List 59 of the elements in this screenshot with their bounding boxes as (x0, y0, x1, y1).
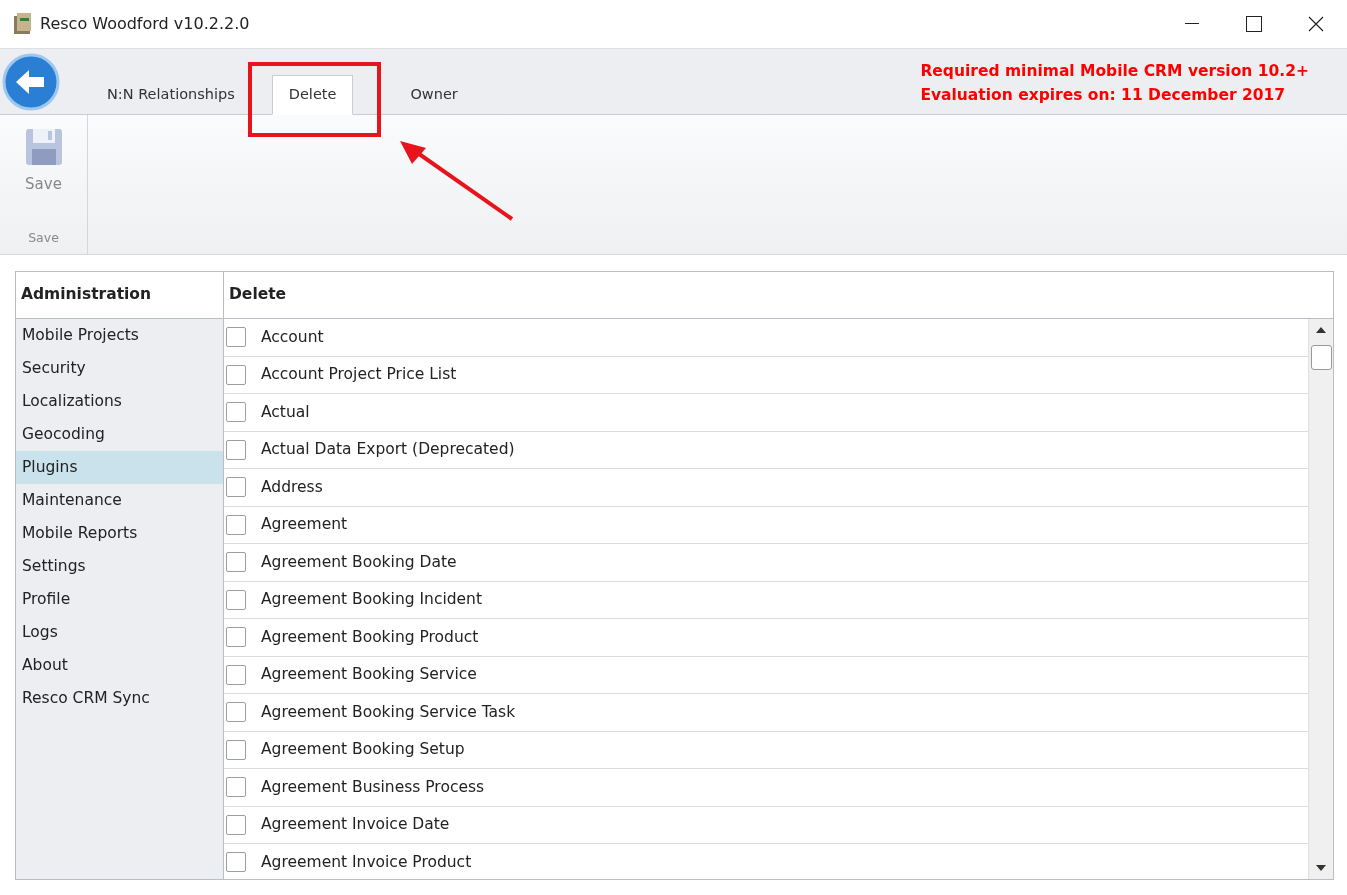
entity-label: Agreement Booking Service Task (261, 701, 516, 723)
entity-label: Agreement Business Process (261, 776, 485, 798)
back-button[interactable] (2, 53, 60, 111)
tab[interactable]: N:N Relationships (90, 75, 252, 115)
entity-label: Agreement Booking Date (261, 551, 457, 573)
checkbox[interactable] (226, 589, 246, 610)
checkbox[interactable] (226, 814, 246, 835)
minimize-icon (1185, 23, 1199, 25)
scroll-up-icon[interactable] (1316, 327, 1326, 333)
sidebar-item[interactable]: Mobile Reports (16, 517, 223, 550)
scrollbar[interactable] (1308, 319, 1333, 879)
checkbox[interactable] (226, 552, 246, 573)
checkbox[interactable] (226, 739, 246, 760)
sidebar-item[interactable]: Settings (16, 550, 223, 583)
entity-label: Address (261, 476, 323, 498)
entity-label: Agreement Invoice Product (261, 851, 472, 873)
entity-label: Actual Data Export (Deprecated) (261, 439, 515, 461)
checkbox[interactable] (226, 777, 246, 798)
checkbox[interactable] (226, 402, 246, 423)
close-icon (1308, 16, 1324, 32)
entity-label: Actual (261, 401, 310, 423)
entity-label: Account (261, 326, 324, 348)
entity-label: Agreement Booking Product (261, 626, 479, 648)
checkbox[interactable] (226, 477, 246, 498)
entity-label: Agreement (261, 514, 348, 536)
entity-label: Account Project Price List (261, 364, 457, 386)
window-title: Resco Woodford v10.2.2.0 (40, 13, 250, 35)
tab[interactable]: Owner (393, 75, 475, 115)
sidebar-item[interactable]: Profile (16, 583, 223, 616)
notice-text: Evaluation expires on: 11 December 2017 (920, 85, 1287, 106)
scroll-thumb[interactable] (1311, 345, 1332, 370)
sidebar-item[interactable]: Logs (16, 616, 223, 649)
checkbox[interactable] (226, 439, 246, 460)
sidebar-item[interactable]: Geocoding (16, 418, 223, 451)
scroll-down-icon[interactable] (1316, 865, 1326, 871)
sidebar-item[interactable]: Plugins (16, 451, 223, 484)
sidebar-item[interactable]: Security (16, 352, 223, 385)
entity-label: Agreement Booking Setup (261, 739, 465, 761)
entity-label: Agreement Invoice Date (261, 814, 450, 836)
sidebar-header: Administration (16, 272, 223, 319)
checkbox[interactable] (226, 327, 246, 348)
checkbox[interactable] (226, 364, 246, 385)
sidebar-item[interactable]: About (16, 649, 223, 682)
checkbox[interactable] (226, 702, 246, 723)
entity-label: Agreement Booking Incident (261, 589, 482, 611)
maximize-icon (1246, 16, 1262, 32)
notice-text: Required minimal Mobile CRM version 10.2+ (920, 61, 1309, 82)
sidebar-item[interactable]: Mobile Projects (16, 319, 223, 352)
checkbox[interactable] (226, 664, 246, 685)
sidebar-item[interactable]: Resco CRM Sync (16, 682, 223, 715)
checkbox[interactable] (226, 514, 246, 535)
checkbox[interactable] (226, 852, 246, 873)
sidebar-item[interactable]: Localizations (16, 385, 223, 418)
sidebar-item[interactable]: Maintenance (16, 484, 223, 517)
checkbox[interactable] (226, 627, 246, 648)
entity-label: Agreement Booking Service (261, 664, 477, 686)
tab[interactable]: Delete (271, 75, 354, 115)
group-label: Save (28, 229, 59, 248)
app-icon (12, 12, 34, 36)
